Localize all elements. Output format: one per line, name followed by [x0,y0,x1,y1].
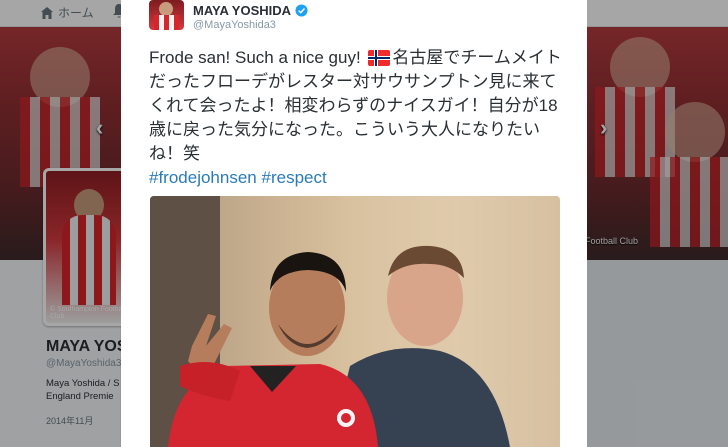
tweet-photo[interactable] [150,196,560,447]
hashtag-link[interactable]: #respect [262,168,327,187]
tweet-modal: MAYA YOSHIDA @MayaYoshida3 Frode san! Su… [121,0,587,447]
avatar-head [159,2,173,16]
tweet-author-name-row[interactable]: MAYA YOSHIDA [193,3,308,18]
tweet-text: Frode san! Such a nice guy! 名古屋でチームメイトだっ… [149,46,569,190]
verified-badge-icon [295,4,308,17]
norway-flag-icon [368,50,391,66]
tweet-photo-illustration [150,196,560,447]
tweet-text-intro: Frode san! Such a nice guy! [149,48,361,67]
tweet-author-handle[interactable]: @MayaYoshida3 [193,19,276,31]
tweet-author-name[interactable]: MAYA YOSHIDA [193,3,291,18]
tweet-author-avatar[interactable] [149,0,184,30]
hashtag-link[interactable]: #frodejohnsen [149,168,257,187]
avatar-shirt [154,15,179,30]
shirt-badge-inner [341,413,351,423]
